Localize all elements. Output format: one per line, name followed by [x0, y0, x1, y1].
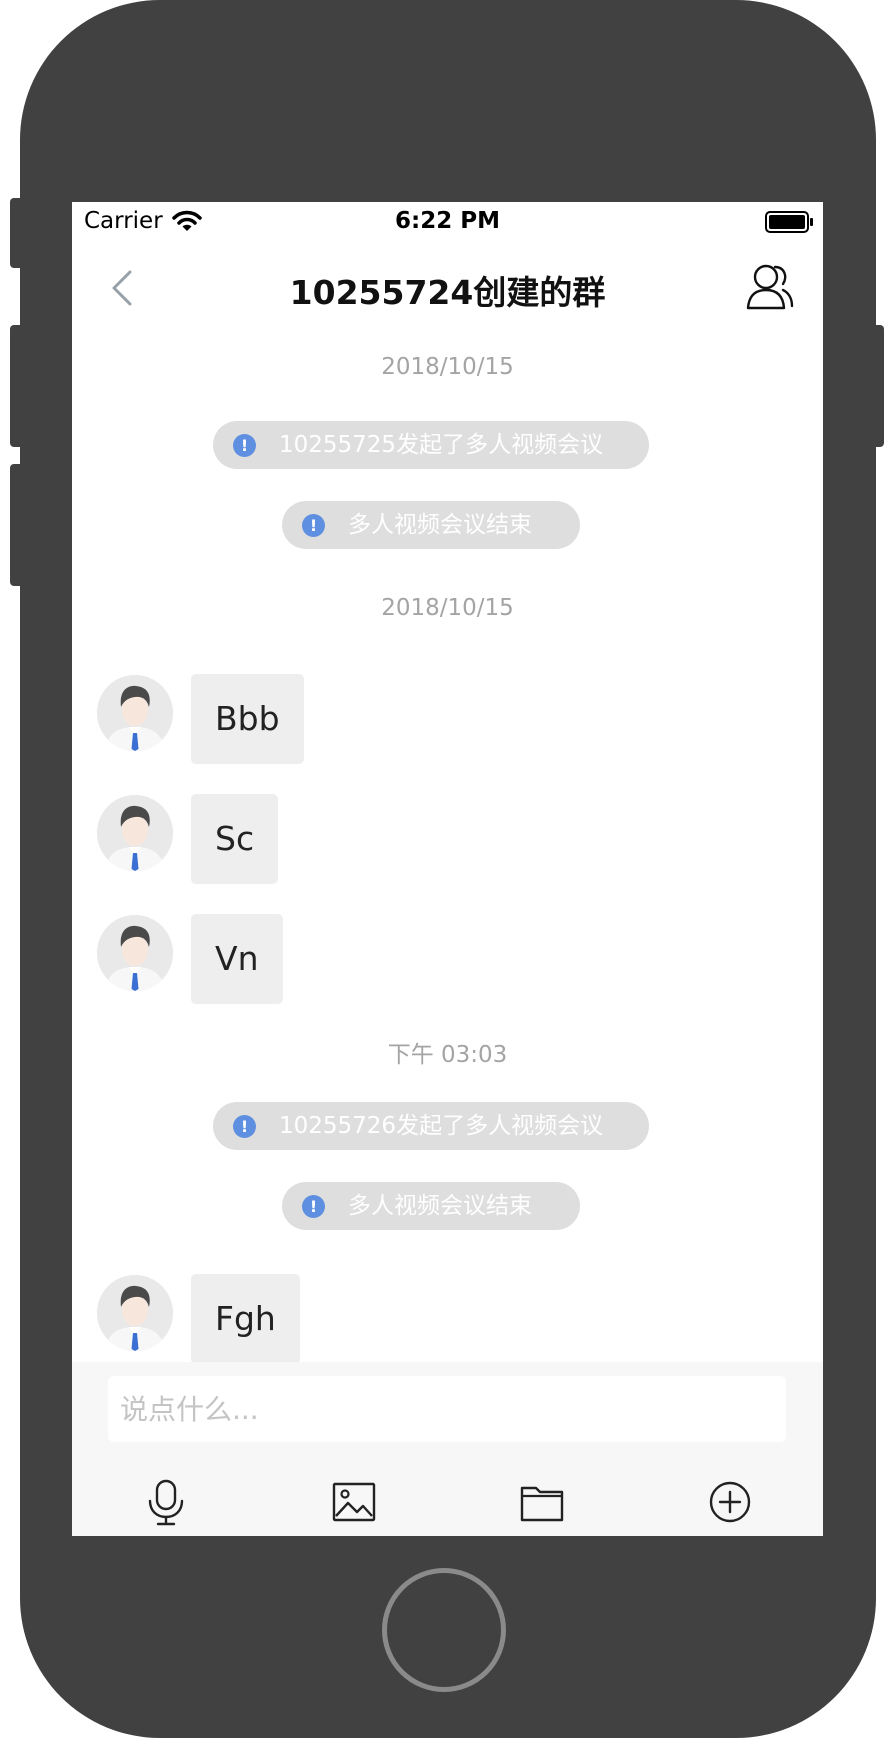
system-message-text: 多人视频会议结束: [348, 1193, 532, 1219]
avatar-person-icon: [97, 915, 173, 991]
system-message-text: 10255726发起了多人视频会议: [279, 1113, 604, 1139]
avatar[interactable]: [97, 795, 173, 871]
microphone-icon[interactable]: [142, 1478, 190, 1526]
message-row: Bbb: [72, 674, 823, 764]
navigation-bar: 10255724创建的群: [72, 242, 823, 332]
message-bubble[interactable]: Fgh: [191, 1274, 300, 1364]
home-button[interactable]: [382, 1568, 506, 1692]
volume-down-button: [10, 464, 24, 586]
folder-icon[interactable]: [518, 1478, 566, 1526]
status-time: 6:22 PM: [395, 208, 500, 234]
system-message: ! 10255726发起了多人视频会议: [213, 1102, 649, 1150]
avatar-person-icon: [97, 675, 173, 751]
message-bubble[interactable]: Sc: [191, 794, 279, 884]
info-icon: !: [302, 514, 325, 537]
avatar[interactable]: [97, 1275, 173, 1351]
system-message-text: 多人视频会议结束: [348, 512, 532, 538]
page-title: 10255724创建的群: [289, 273, 606, 312]
screen: Carrier 6:22 PM 10255724创建的群 2018/10/15 …: [72, 202, 823, 1536]
plus-circle-icon[interactable]: [706, 1478, 754, 1526]
group-members-icon[interactable]: [745, 262, 795, 312]
info-icon: !: [233, 1115, 256, 1138]
message-row: Vn: [72, 914, 823, 1004]
message-bubble[interactable]: Vn: [191, 914, 283, 1004]
chat-messages[interactable]: 2018/10/15 ! 10255725发起了多人视频会议 ! 多人视频会议结…: [72, 332, 823, 1364]
message-row: Fgh: [72, 1274, 823, 1364]
message-input[interactable]: [108, 1376, 786, 1442]
system-message: ! 多人视频会议结束: [282, 501, 580, 549]
input-bar: [72, 1362, 823, 1536]
avatar-person-icon: [97, 795, 173, 871]
message-row: Sc: [72, 794, 823, 884]
avatar[interactable]: [97, 915, 173, 991]
power-button: [870, 325, 884, 447]
message-bubble[interactable]: Bbb: [191, 674, 304, 764]
avatar-person-icon: [97, 1275, 173, 1351]
silent-switch: [10, 198, 24, 268]
info-icon: !: [302, 1195, 325, 1218]
avatar[interactable]: [97, 675, 173, 751]
system-message: ! 多人视频会议结束: [282, 1182, 580, 1230]
status-bar: Carrier 6:22 PM: [72, 202, 823, 242]
system-message: ! 10255725发起了多人视频会议: [213, 421, 649, 469]
volume-up-button: [10, 325, 24, 447]
date-separator: 2018/10/15: [381, 595, 514, 621]
image-icon[interactable]: [330, 1478, 378, 1526]
date-separator: 2018/10/15: [381, 354, 514, 380]
date-separator: 下午 03:03: [387, 1042, 508, 1068]
battery-icon: [765, 211, 813, 233]
info-icon: !: [233, 434, 256, 457]
system-message-text: 10255725发起了多人视频会议: [279, 432, 604, 458]
